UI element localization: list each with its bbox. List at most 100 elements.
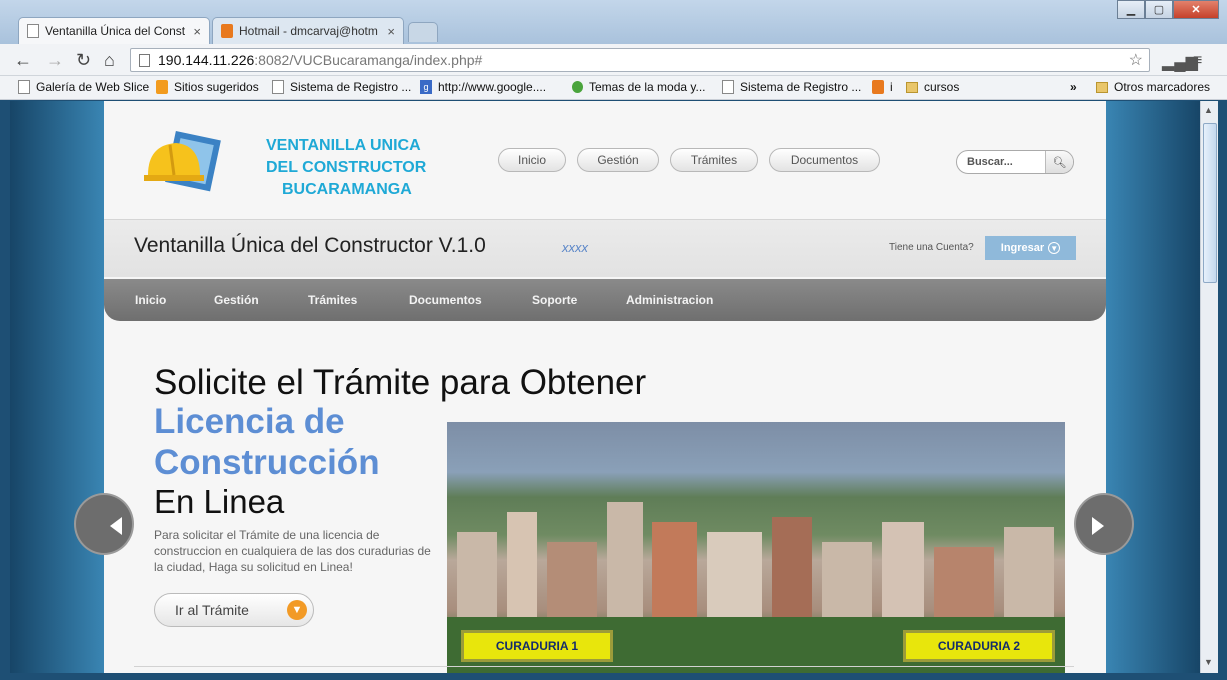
nav-tramites[interactable]: Trámites	[308, 293, 357, 307]
arrow-down-icon: ▼	[287, 600, 307, 620]
hero-subtitle: En Linea	[154, 483, 285, 520]
hero-highlight-line: Licencia de	[154, 402, 345, 441]
url-path: :8082/VUCBucaramanga/index.php#	[254, 52, 483, 68]
back-arrow-icon[interactable]: ←	[14, 50, 32, 71]
bookmark-item[interactable]: cursos	[906, 80, 959, 94]
scroll-down-icon[interactable]: ▼	[1204, 657, 1213, 667]
bookmark-item[interactable]: g http://www.google....	[420, 80, 546, 94]
minimize-icon[interactable]: ▁	[1117, 0, 1145, 19]
page-icon	[272, 80, 284, 94]
vertical-scrollbar[interactable]: ▲ ▼	[1200, 101, 1218, 673]
bookmark-label: Sistema de Registro ...	[740, 80, 862, 94]
nav-inicio[interactable]: Inicio	[135, 293, 166, 307]
new-tab-button[interactable]	[408, 22, 438, 42]
mail-icon	[872, 80, 884, 94]
logo-line: VENTANILLA UNICA	[266, 137, 421, 154]
window-controls: ▁ ▢ ✕	[1117, 0, 1219, 19]
logo-text: VENTANILLA UNICA DEL CONSTRUCTOR BUCARAM…	[266, 135, 426, 201]
chevron-left-icon	[110, 517, 122, 535]
reload-icon[interactable]: ↻	[76, 50, 91, 71]
bookmark-item[interactable]: Sistema de Registro ...	[722, 80, 861, 94]
close-icon[interactable]: ×	[193, 24, 201, 39]
scroll-thumb[interactable]	[1203, 123, 1217, 283]
bookmark-label: Galería de Web Slice	[36, 80, 150, 94]
more-bookmarks-button[interactable]: »	[1070, 80, 1077, 94]
bookmark-item[interactable]: i	[872, 80, 893, 94]
bookmark-item[interactable]: Temas de la moda y...	[572, 80, 706, 94]
folder-icon	[906, 81, 918, 93]
curaduria-2-button[interactable]: CURADURIA 2	[903, 630, 1055, 662]
bookmarks-bar: Galería de Web Slice Sitios sugeridos Si…	[0, 76, 1227, 100]
bookmark-label: Temas de la moda y...	[589, 80, 706, 94]
bookmark-label: Sistema de Registro ...	[290, 80, 412, 94]
window-close-icon[interactable]: ✕	[1173, 0, 1219, 19]
maximize-icon[interactable]: ▢	[1145, 0, 1173, 19]
google-icon: g	[420, 80, 432, 94]
account-question: Tiene una Cuenta?	[889, 242, 974, 253]
curaduria-1-button[interactable]: CURADURIA 1	[461, 630, 613, 662]
page-icon	[139, 53, 150, 67]
tab-ventanilla[interactable]: Ventanilla Única del Const ×	[18, 17, 210, 44]
scroll-up-icon[interactable]: ▲	[1204, 105, 1213, 115]
login-button[interactable]: Ingresar ▼	[985, 236, 1076, 260]
slider-next-button[interactable]	[1074, 493, 1134, 555]
nav-documentos[interactable]: Documentos	[409, 293, 482, 307]
slider-prev-button[interactable]	[74, 493, 134, 555]
top-nav-inicio[interactable]: Inicio	[498, 148, 566, 172]
orange-pin-icon	[156, 80, 168, 94]
helmet-logo-icon	[144, 131, 221, 192]
home-icon[interactable]: ⌂	[104, 50, 115, 71]
forward-arrow-icon[interactable]: →	[46, 50, 64, 71]
browser-toolbar: ← → ↻ ⌂ 190.144.11.226:8082/VUCBucaraman…	[0, 44, 1227, 76]
nav-administracion[interactable]: Administracion	[626, 293, 713, 307]
address-bar[interactable]: 190.144.11.226:8082/VUCBucaramanga/index…	[130, 48, 1150, 72]
tab-label: Hotmail - dmcarvaj@hotm	[239, 24, 378, 38]
other-bookmarks-folder[interactable]: Otros marcadores	[1096, 80, 1210, 94]
page-icon	[27, 24, 39, 38]
folder-icon	[1096, 81, 1108, 93]
login-label: Ingresar	[1000, 242, 1045, 254]
cta-label: Ir al Trámite	[175, 602, 249, 618]
search-icon[interactable]: 🔍︎	[1045, 151, 1073, 173]
hero-highlight: Licencia de Construcción	[154, 401, 380, 483]
bookmark-item[interactable]: Galería de Web Slice	[18, 80, 149, 94]
hero-highlight-line: Construcción	[154, 443, 380, 482]
hotmail-icon	[221, 24, 233, 38]
search-input[interactable]	[957, 156, 1045, 168]
divider	[134, 666, 1074, 667]
logo-line: BUCARAMANGA	[282, 181, 412, 198]
bookmark-star-icon[interactable]: ☆	[1129, 50, 1143, 70]
green-icon	[572, 81, 583, 93]
bookmark-item[interactable]: Sistema de Registro ...	[272, 80, 411, 94]
hero-description: Para solicitar el Trámite de una licenci…	[154, 528, 431, 574]
go-to-procedure-button[interactable]: Ir al Trámite ▼	[154, 593, 314, 627]
bookmark-label: cursos	[924, 80, 960, 94]
nav-gestion[interactable]: Gestión	[214, 293, 259, 307]
tab-hotmail[interactable]: Hotmail - dmcarvaj@hotm ×	[212, 17, 404, 44]
page-viewport: VENTANILLA UNICA DEL CONSTRUCTOR BUCARAM…	[10, 101, 1200, 673]
city-image: CURADURIA 1 CURADURIA 2	[447, 422, 1065, 673]
site-container: VENTANILLA UNICA DEL CONSTRUCTOR BUCARAM…	[74, 101, 1134, 673]
sub-header: Ventanilla Única del Constructor V.1.0 x…	[104, 219, 1106, 277]
browser-titlebar: Ventanilla Única del Const × Hotmail - d…	[0, 0, 1227, 44]
chevron-down-icon: ▼	[1048, 242, 1061, 254]
top-nav-gestion[interactable]: Gestión	[577, 148, 659, 172]
search-box: 🔍︎	[956, 150, 1074, 174]
main-nav: Inicio Gestión Trámites Documentos Sopor…	[104, 279, 1106, 321]
page-icon	[18, 80, 30, 94]
close-icon[interactable]: ×	[387, 24, 395, 39]
bookmark-label: Otros marcadores	[1114, 80, 1211, 94]
tab-label: Ventanilla Única del Const	[45, 24, 186, 38]
nav-soporte[interactable]: Soporte	[532, 293, 577, 307]
menu-icon[interactable]: ≡	[1193, 52, 1202, 70]
app-subtitle: xxxx	[562, 240, 588, 255]
logo-line: DEL CONSTRUCTOR	[266, 159, 427, 176]
hero-title: Solicite el Trámite para Obtener	[154, 363, 647, 402]
app-title: Ventanilla Única del Constructor V.1.0	[134, 234, 486, 257]
url-host: 190.144.11.226	[158, 52, 255, 68]
top-nav-tramites[interactable]: Trámites	[670, 148, 758, 172]
bookmark-label: http://www.google....	[438, 80, 547, 94]
top-nav-documentos[interactable]: Documentos	[769, 148, 880, 172]
bookmark-label: i	[890, 80, 893, 94]
bookmark-item[interactable]: Sitios sugeridos	[156, 80, 259, 94]
